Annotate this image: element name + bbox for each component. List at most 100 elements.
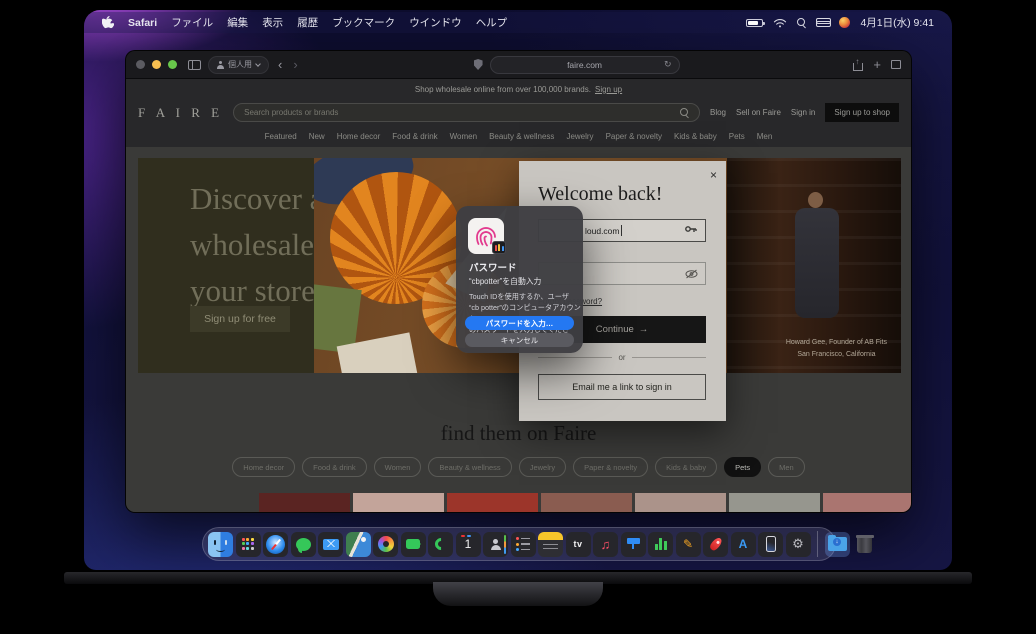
music-dock-icon[interactable]: ♫ bbox=[593, 532, 618, 557]
menu-app-name[interactable]: Safari bbox=[128, 17, 157, 29]
reload-icon[interactable]: ↻ bbox=[664, 59, 672, 70]
settings-dock-icon[interactable]: ⚙ bbox=[786, 532, 811, 557]
nav-women[interactable]: Women bbox=[450, 132, 477, 141]
product-tile[interactable] bbox=[353, 493, 444, 513]
apple-menu-icon[interactable] bbox=[102, 16, 114, 30]
sign-up-free-button[interactable]: Sign up for free bbox=[190, 306, 290, 332]
sell-on-faire-link[interactable]: Sell on Faire bbox=[736, 108, 781, 117]
forward-button[interactable]: › bbox=[291, 57, 299, 72]
rocket-app-dock-icon[interactable] bbox=[703, 532, 728, 557]
pill-food-drink[interactable]: Food & drink bbox=[302, 457, 367, 477]
maps-dock-icon[interactable] bbox=[346, 532, 371, 557]
reminders-dock-icon[interactable] bbox=[511, 532, 536, 557]
menu-history[interactable]: 履歴 bbox=[297, 15, 318, 30]
phone-dock-icon[interactable] bbox=[428, 532, 453, 557]
promo-banner: Shop wholesale online from over 100,000 … bbox=[126, 79, 911, 99]
wifi-icon[interactable] bbox=[773, 18, 787, 28]
spotlight-icon[interactable] bbox=[797, 18, 806, 27]
nav-new[interactable]: New bbox=[309, 132, 325, 141]
nav-food-drink[interactable]: Food & drink bbox=[392, 132, 437, 141]
nav-jewelry[interactable]: Jewelry bbox=[566, 132, 593, 141]
nav-kids[interactable]: Kids & baby bbox=[674, 132, 717, 141]
photos-dock-icon[interactable] bbox=[373, 532, 398, 557]
battery-icon[interactable] bbox=[746, 19, 763, 27]
cancel-button[interactable]: キャンセル bbox=[465, 333, 574, 347]
pill-women[interactable]: Women bbox=[374, 457, 422, 477]
keynote-dock-icon[interactable] bbox=[621, 532, 646, 557]
pill-men[interactable]: Men bbox=[768, 457, 805, 477]
nav-paper[interactable]: Paper & novelty bbox=[606, 132, 662, 141]
menu-file[interactable]: ファイル bbox=[171, 15, 213, 30]
address-bar[interactable]: faire.com ↻ bbox=[490, 56, 680, 74]
iphone-mirroring-dock-icon[interactable] bbox=[758, 532, 783, 557]
search-icon[interactable] bbox=[680, 108, 689, 117]
iphone-icon bbox=[766, 536, 776, 552]
blog-link[interactable]: Blog bbox=[710, 108, 726, 117]
safari-dock-icon[interactable] bbox=[263, 532, 288, 557]
pill-home-decor[interactable]: Home decor bbox=[232, 457, 295, 477]
facetime-dock-icon[interactable] bbox=[401, 532, 426, 557]
banner-signup-link[interactable]: Sign up bbox=[595, 85, 622, 94]
product-tile[interactable] bbox=[823, 493, 911, 513]
pill-jewelry[interactable]: Jewelry bbox=[519, 457, 566, 477]
launchpad-dock-icon[interactable] bbox=[236, 532, 261, 557]
control-center-icon[interactable] bbox=[816, 18, 829, 27]
messages-dock-icon[interactable] bbox=[291, 532, 316, 557]
search-input[interactable]: Search products or brands bbox=[233, 103, 700, 122]
notes-dock-icon[interactable] bbox=[538, 532, 563, 557]
tv-dock-icon[interactable]: tv bbox=[566, 532, 591, 557]
close-icon[interactable]: × bbox=[710, 168, 717, 182]
sign-up-to-shop-button[interactable]: Sign up to shop bbox=[825, 103, 899, 122]
close-button[interactable] bbox=[136, 60, 145, 69]
nav-featured[interactable]: Featured bbox=[265, 132, 297, 141]
nav-beauty[interactable]: Beauty & wellness bbox=[489, 132, 554, 141]
menu-edit[interactable]: 編集 bbox=[227, 15, 248, 30]
pill-kids[interactable]: Kids & baby bbox=[655, 457, 717, 477]
sidebar-icon[interactable] bbox=[188, 60, 201, 70]
pages-dock-icon[interactable]: ✎ bbox=[676, 532, 701, 557]
zoom-button[interactable] bbox=[168, 60, 177, 69]
nav-home-decor[interactable]: Home decor bbox=[337, 132, 381, 141]
menu-bookmarks[interactable]: ブックマーク bbox=[332, 15, 395, 30]
minimize-button[interactable] bbox=[152, 60, 161, 69]
tab-overview-icon[interactable] bbox=[891, 60, 901, 69]
product-tile[interactable] bbox=[635, 493, 726, 513]
menu-help[interactable]: ヘルプ bbox=[476, 15, 508, 30]
appstore-dock-icon[interactable]: A bbox=[731, 532, 756, 557]
passkey-icon[interactable] bbox=[684, 225, 698, 237]
mail-dock-icon[interactable] bbox=[318, 532, 343, 557]
menu-window[interactable]: ウインドウ bbox=[409, 15, 462, 30]
launchpad-grid-icon bbox=[242, 538, 255, 551]
pen-icon: ✎ bbox=[683, 537, 693, 551]
sign-in-link[interactable]: Sign in bbox=[791, 108, 815, 117]
share-icon[interactable] bbox=[853, 60, 863, 71]
user-orb-icon[interactable] bbox=[839, 17, 850, 28]
finder-dock-icon[interactable] bbox=[208, 532, 233, 557]
search-placeholder: Search products or brands bbox=[244, 108, 338, 117]
enter-password-button[interactable]: パスワードを入力… bbox=[465, 316, 574, 330]
product-tile[interactable] bbox=[259, 493, 350, 513]
email-link-button[interactable]: Email me a link to sign in bbox=[538, 374, 706, 400]
pill-beauty[interactable]: Beauty & wellness bbox=[428, 457, 511, 477]
contacts-dock-icon[interactable] bbox=[483, 532, 508, 557]
nav-men[interactable]: Men bbox=[757, 132, 773, 141]
pill-paper[interactable]: Paper & novelty bbox=[573, 457, 648, 477]
pill-pets-active[interactable]: Pets bbox=[724, 457, 761, 477]
eye-off-icon[interactable] bbox=[685, 269, 698, 279]
product-tile[interactable] bbox=[729, 493, 820, 513]
menu-clock[interactable]: 4月1日(水) 9:41 bbox=[860, 15, 934, 30]
product-tile[interactable] bbox=[541, 493, 632, 513]
privacy-shield-icon[interactable] bbox=[474, 59, 483, 70]
numbers-dock-icon[interactable] bbox=[648, 532, 673, 557]
faire-logo[interactable]: F A I R E bbox=[138, 105, 223, 121]
profile-switcher[interactable]: 個人用 bbox=[208, 56, 269, 74]
downloads-dock-icon[interactable] bbox=[825, 532, 850, 557]
chevron-down-icon bbox=[255, 61, 261, 67]
nav-pets[interactable]: Pets bbox=[729, 132, 745, 141]
new-tab-icon[interactable]: + bbox=[873, 57, 881, 72]
trash-dock-icon[interactable] bbox=[852, 532, 877, 557]
product-tile[interactable] bbox=[447, 493, 538, 513]
menu-view[interactable]: 表示 bbox=[262, 15, 283, 30]
calendar-dock-icon[interactable]: 1 bbox=[456, 532, 481, 557]
back-button[interactable]: ‹ bbox=[276, 57, 284, 72]
